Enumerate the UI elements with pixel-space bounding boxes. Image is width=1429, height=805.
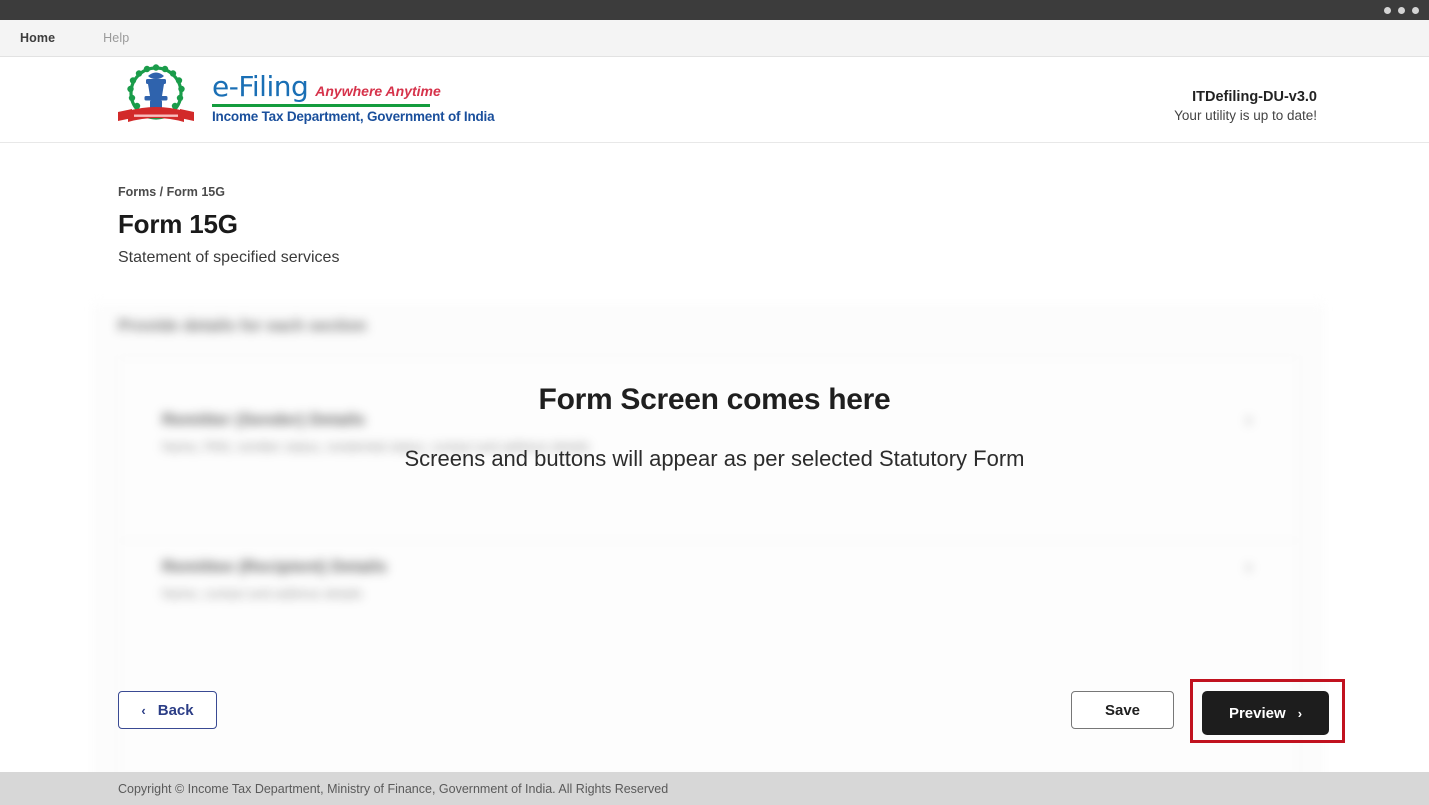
page-title: Form 15G <box>118 209 238 239</box>
action-bar: ‹ Back Save Preview › <box>0 665 1429 755</box>
income-tax-department-emblem-icon <box>118 64 194 122</box>
section-description: Name, PAN, remitter status, residential … <box>162 439 590 454</box>
save-button[interactable]: Save <box>1071 691 1174 729</box>
back-button[interactable]: ‹ Back <box>118 691 217 729</box>
chevron-right-icon: › <box>1297 705 1303 721</box>
section-row-remitter[interactable]: Remitter (Sender) Details Name, PAN, rem… <box>119 394 1300 514</box>
menu-item-home[interactable]: Home <box>6 31 69 45</box>
copyright-text: Copyright © Income Tax Department, Minis… <box>118 781 669 796</box>
utility-version-block: ITDefiling-DU-v3.0 Your utility is up to… <box>1174 89 1317 123</box>
page-footer: Copyright © Income Tax Department, Minis… <box>0 772 1429 805</box>
chevron-right-icon[interactable]: › <box>1246 557 1252 579</box>
brand-divider <box>212 104 430 107</box>
window-close-dot-icon[interactable] <box>1412 6 1419 14</box>
section-row-remittee[interactable]: Remittee (Recipient) Details Name, conta… <box>119 540 1300 660</box>
preview-button-label: Preview <box>1228 704 1286 722</box>
preview-button[interactable]: Preview › <box>1202 691 1329 735</box>
back-button-label: Back <box>157 701 194 719</box>
brand-name: e-Filing <box>212 70 309 103</box>
section-title: Remitter (Sender) Details <box>162 410 366 429</box>
window-minimize-dot-icon[interactable] <box>1384 6 1391 14</box>
application-window: Home Help e-Filing Anywhere Anytime Inco… <box>0 0 1429 805</box>
page-subtitle: Statement of specified services <box>118 249 340 266</box>
utility-version: ITDefiling-DU-v3.0 <box>1192 89 1317 105</box>
page-content: Forms / Form 15G Form 15G Statement of s… <box>0 143 1429 805</box>
window-title-bar <box>0 0 1429 20</box>
section-description: Name, contact and address details <box>162 586 363 601</box>
brand-logo: e-Filing Anywhere Anytime Income Tax Dep… <box>108 62 495 134</box>
window-controls[interactable] <box>1384 6 1429 14</box>
card-heading: Provide details for each section <box>118 317 367 335</box>
breadcrumb[interactable]: Forms / Form 15G <box>118 185 225 199</box>
brand-header: e-Filing Anywhere Anytime Income Tax Dep… <box>0 57 1429 143</box>
brand-tagline: Anywhere Anytime <box>315 83 441 99</box>
main-menu-bar: Home Help <box>0 20 1429 57</box>
menu-item-help[interactable]: Help <box>89 31 143 45</box>
window-maximize-dot-icon[interactable] <box>1398 6 1405 14</box>
save-button-label: Save <box>1104 701 1141 719</box>
chevron-left-icon: ‹ <box>141 702 146 718</box>
utility-status: Your utility is up to date! <box>1174 108 1317 123</box>
section-title: Remittee (Recipient) Details <box>162 557 387 576</box>
brand-text-block: e-Filing Anywhere Anytime Income Tax Dep… <box>212 70 495 126</box>
brand-department: Income Tax Department, Government of Ind… <box>212 109 495 124</box>
chevron-right-icon[interactable]: › <box>1246 410 1252 432</box>
